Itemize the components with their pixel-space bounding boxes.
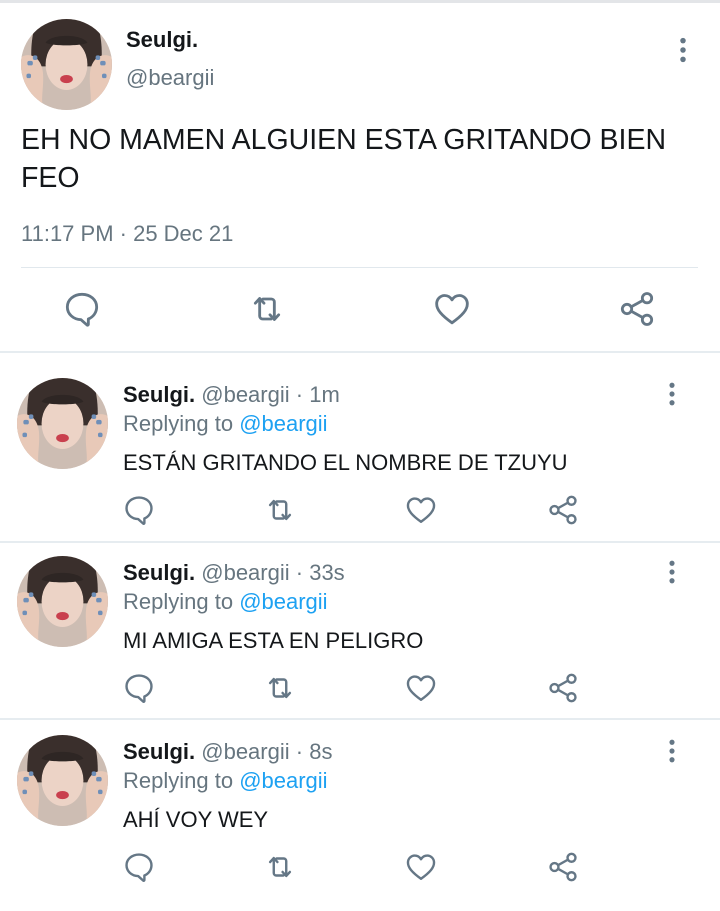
avatar[interactable] [17,735,108,826]
avatar[interactable] [21,19,112,110]
tweet-text: EH NO MAMEN ALGUIEN ESTA GRITANDO BIEN F… [21,124,667,194]
author-handle[interactable]: @beargii [201,560,289,585]
time-ago: 1m [309,382,340,407]
mention-link[interactable]: @beargii [239,411,327,436]
tweet-actions [0,289,720,333]
share-icon[interactable] [546,850,580,884]
more-icon[interactable] [658,737,686,765]
tweet-timestamp: 11:17 PM · 25 Dec 21 [21,221,234,246]
reply-header: Seulgi. @beargii · 1m [123,382,340,408]
reply-tweet[interactable]: Seulgi. @beargii · 33s Replying to @bear… [0,556,720,732]
more-icon[interactable] [668,35,698,65]
retweet-icon[interactable] [262,493,298,527]
retweet-icon[interactable] [262,671,298,705]
replying-to: Replying to @beargii [123,411,328,437]
divider [0,541,720,543]
like-icon[interactable] [404,671,438,705]
tweet-actions [0,493,720,529]
like-icon[interactable] [432,289,472,329]
replying-to: Replying to @beargii [123,768,328,794]
tweet-actions [0,671,720,707]
mention-link[interactable]: @beargii [239,768,327,793]
author-handle[interactable]: @beargii [126,65,214,91]
author-name[interactable]: Seulgi. [126,27,198,53]
divider [0,351,720,353]
author-name[interactable]: Seulgi. [123,560,195,585]
dot-separator: · [289,739,310,764]
like-icon[interactable] [404,850,438,884]
retweet-icon[interactable] [262,850,298,884]
replying-label: Replying to [123,589,240,614]
dot-separator: · [289,382,310,407]
share-icon[interactable] [546,493,580,527]
author-name[interactable]: Seulgi. [123,739,195,764]
reply-tweet[interactable]: Seulgi. @beargii · 1m Replying to @bearg… [0,378,720,554]
tweet-text: AHÍ VOY WEY [123,807,269,832]
more-icon[interactable] [658,558,686,586]
dot-separator: · [289,560,310,585]
reply-icon[interactable] [122,493,156,527]
divider [0,718,720,720]
more-icon[interactable] [658,380,686,408]
replying-label: Replying to [123,768,240,793]
reply-tweet[interactable]: Seulgi. @beargii · 8s Replying to @bearg… [0,735,720,911]
reply-icon[interactable] [122,850,156,884]
reply-icon[interactable] [62,289,102,329]
replying-to: Replying to @beargii [123,589,328,615]
tweet-text: MI AMIGA ESTA EN PELIGRO [123,628,424,653]
reply-header: Seulgi. @beargii · 33s [123,560,345,586]
avatar[interactable] [17,556,108,647]
author-handle[interactable]: @beargii [201,739,289,764]
like-icon[interactable] [404,493,438,527]
mention-link[interactable]: @beargii [239,589,327,614]
retweet-icon[interactable] [245,289,289,329]
time-ago: 33s [309,560,345,585]
author-name[interactable]: Seulgi. [123,382,195,407]
divider [21,267,698,268]
reply-header: Seulgi. @beargii · 8s [123,739,332,765]
share-icon[interactable] [617,289,657,329]
tweet-text: ESTÁN GRITANDO EL NOMBRE DE TZUYU [123,450,568,475]
time-ago: 8s [309,739,333,764]
share-icon[interactable] [546,671,580,705]
main-tweet: Seulgi. @beargii EH NO MAMEN ALGUIEN EST… [0,3,720,351]
avatar[interactable] [17,378,108,469]
replying-label: Replying to [123,411,240,436]
reply-icon[interactable] [122,671,156,705]
tweet-actions [0,850,720,886]
author-handle[interactable]: @beargii [201,382,289,407]
